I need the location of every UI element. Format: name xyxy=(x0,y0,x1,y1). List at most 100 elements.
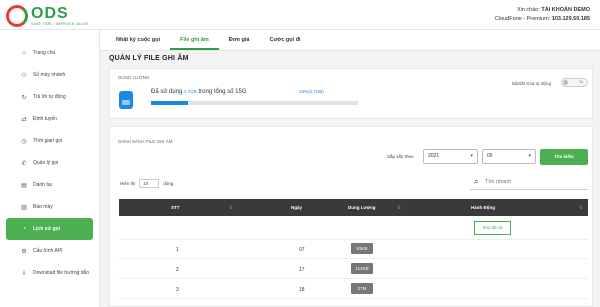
delete-all-button[interactable]: Xóa tất cả xyxy=(474,221,511,235)
search-placeholder: Tìm nhanh xyxy=(485,179,512,185)
table-header: STT ⇅ Ngày Dung Lượng ⇅ Hành Động ⇅ xyxy=(119,199,588,216)
sidebar-item-label: Số máy nhánh xyxy=(33,72,66,78)
sidebar-item-routing[interactable]: ⇄ Định tuyến xyxy=(6,108,93,130)
search-icon: ⌕ xyxy=(474,177,479,186)
account-name[interactable]: TÀI KHOẢN DEMO xyxy=(541,7,590,13)
sidebar-item-label: Lịch sử gọi xyxy=(33,226,60,232)
cell-size-badge: 27M xyxy=(351,283,373,294)
sort-label: Sắp xếp theo xyxy=(387,154,414,159)
show-suffix: dòng xyxy=(163,181,174,186)
logo-word: ODS xyxy=(31,5,69,22)
month-select[interactable]: 05 ▾ xyxy=(482,149,536,164)
cell-size-badge: 113KB xyxy=(351,263,373,274)
sidebar-item-call-time[interactable]: ◷ Thời gian gọi xyxy=(6,130,93,152)
sidebar-item-contacts[interactable]: ▤ Danh bạ xyxy=(6,174,93,196)
sidebar-item-home[interactable]: ⌂ Trang chủ xyxy=(6,42,93,64)
download-icon: ⇩ xyxy=(21,270,27,277)
cell-stt: 2 xyxy=(176,267,179,273)
col-day[interactable]: Ngày xyxy=(291,205,302,210)
usage-text: Đã sử dụng 2.7GB trong tổng số 15G xyxy=(151,89,247,95)
usage-suffix: trong tổng số 15G xyxy=(198,89,247,95)
table-row[interactable]: 2 17 113KB xyxy=(119,260,588,279)
plan-label: CloudFone - Premium: xyxy=(494,16,551,22)
sort-arrow-icon: ⇅ xyxy=(397,205,401,210)
server-ip: 103.129.50.185 xyxy=(551,16,590,22)
quick-search[interactable]: ⌕ Tìm nhanh xyxy=(470,176,588,190)
toggle-text: Tắt xyxy=(577,80,583,84)
chevron-down-icon: ▾ xyxy=(470,153,473,159)
auto-delete-label: Bật/tắt Xóa tự động xyxy=(512,81,552,86)
list-title: DANH SÁCH FILE GHI ÂM xyxy=(118,139,173,144)
toggle-knob xyxy=(563,80,568,85)
sidebar-item-extensions[interactable]: ⚇ Số máy nhánh xyxy=(6,64,93,86)
cell-stt: 3 xyxy=(176,287,179,293)
sidebar-item-label: Định tuyến xyxy=(33,116,57,122)
sidebar-item-label: Báo máy xyxy=(33,204,53,210)
routing-icon: ⇄ xyxy=(21,116,27,123)
report-icon: ▥ xyxy=(21,204,27,211)
month-value: 05 xyxy=(487,153,493,159)
top-header: ODS SAVE TIME • IMPROVE VALUE Xin chào: … xyxy=(0,0,600,30)
sidebar-item-auto-reply[interactable]: ↻ Trả lời tự động xyxy=(6,86,93,108)
col-action[interactable]: Hành Động xyxy=(471,205,495,210)
tab-bar: Nhật ký cuộc gọi File ghi âm Đơn giá Cướ… xyxy=(100,30,600,51)
cell-day: 18 xyxy=(299,287,305,293)
history-icon: ◔ xyxy=(22,226,26,232)
storage-icon xyxy=(119,91,133,109)
col-stt[interactable]: STT xyxy=(171,205,180,210)
tab-call-log[interactable]: Nhật ký cuộc gọi xyxy=(106,30,170,50)
page-title: QUẢN LÝ FILE GHI ÂM xyxy=(109,55,189,62)
col-size[interactable]: Dung Lượng xyxy=(348,205,375,210)
usage-progress-fill xyxy=(151,101,189,105)
usage-prefix: Đã sử dụng xyxy=(151,89,183,95)
extensions-icon: ⚇ xyxy=(21,72,27,79)
cell-size-badge: 63KB xyxy=(351,243,373,254)
year-value: 2021 xyxy=(428,153,440,159)
home-icon: ⌂ xyxy=(22,50,26,56)
sidebar-item-label: Cấu hình API xyxy=(33,248,63,254)
page-size-control: Hiển thị 10 dòng xyxy=(120,179,173,188)
sidebar-item-call-history[interactable]: ◔ Lịch sử gọi xyxy=(6,218,93,240)
sidebar-item-label: Trang chủ xyxy=(33,50,56,56)
sidebar-item-report[interactable]: ▥ Báo máy xyxy=(6,196,93,218)
clock-icon: ◷ xyxy=(21,138,27,145)
brand-logo[interactable]: ODS SAVE TIME • IMPROVE VALUE xyxy=(6,5,88,27)
sidebar-item-call-management[interactable]: ✆ Quản lý gọi xyxy=(6,152,93,174)
phone-icon: ✆ xyxy=(21,160,27,167)
search-button[interactable]: Tìm kiếm xyxy=(540,149,588,165)
table-row[interactable]: 3 18 27M xyxy=(119,280,588,299)
tab-outgoing-charges[interactable]: Cước gọi đi xyxy=(259,30,310,50)
sort-arrow-icon: ⇅ xyxy=(579,205,583,210)
sidebar-item-download-guide[interactable]: ⇩ Download file hướng dẫn xyxy=(6,262,93,284)
table-row[interactable]: 1 07 63KB xyxy=(119,240,588,259)
bulk-actions-row: Xóa tất cả xyxy=(119,216,588,240)
sidebar-item-api-config[interactable]: ⚙ Cấu hình API xyxy=(6,240,93,262)
cell-stt: 1 xyxy=(176,247,179,253)
storage-title: DUNG LƯỢNG xyxy=(118,75,150,80)
chevron-down-icon: ▾ xyxy=(528,153,531,159)
greeting: Xin chào: xyxy=(516,7,540,13)
cell-day: 17 xyxy=(299,267,305,273)
logo-tagline: SAVE TIME • IMPROVE VALUE xyxy=(31,22,89,26)
sidebar-item-label: Quản lý gọi xyxy=(33,160,59,166)
user-info: Xin chào: TÀI KHOẢN DEMO CloudFone - Pre… xyxy=(495,6,590,24)
cell-day: 07 xyxy=(299,247,305,253)
usage-progress-bar xyxy=(151,101,358,105)
sort-arrow-icon: ⇅ xyxy=(229,205,233,210)
sidebar-item-label: Download file hướng dẫn xyxy=(33,270,90,276)
api-icon: ⚙ xyxy=(21,248,27,255)
tab-recordings[interactable]: File ghi âm xyxy=(170,30,219,50)
auto-delete-toggle[interactable]: Tắt xyxy=(561,78,588,87)
usage-percent: 18%(2.7GB) xyxy=(299,89,324,94)
sidebar-item-label: Thời gian gọi xyxy=(33,138,63,144)
storage-card: DUNG LƯỢNG Bật/tắt Xóa tự động Tắt Đã sử… xyxy=(109,68,593,119)
logo-mark-icon xyxy=(6,5,28,27)
recordings-list-card: DANH SÁCH FILE GHI ÂM Sắp xếp theo 2021 ▾… xyxy=(109,126,593,307)
page-size-input[interactable]: 10 xyxy=(139,179,160,188)
tab-pricing[interactable]: Đơn giá xyxy=(219,30,260,50)
contacts-icon: ▤ xyxy=(21,182,27,189)
usage-value: 2.7GB xyxy=(184,89,197,94)
auto-reply-icon: ↻ xyxy=(21,94,27,101)
show-prefix: Hiển thị xyxy=(120,181,136,186)
year-select[interactable]: 2021 ▾ xyxy=(423,149,478,164)
